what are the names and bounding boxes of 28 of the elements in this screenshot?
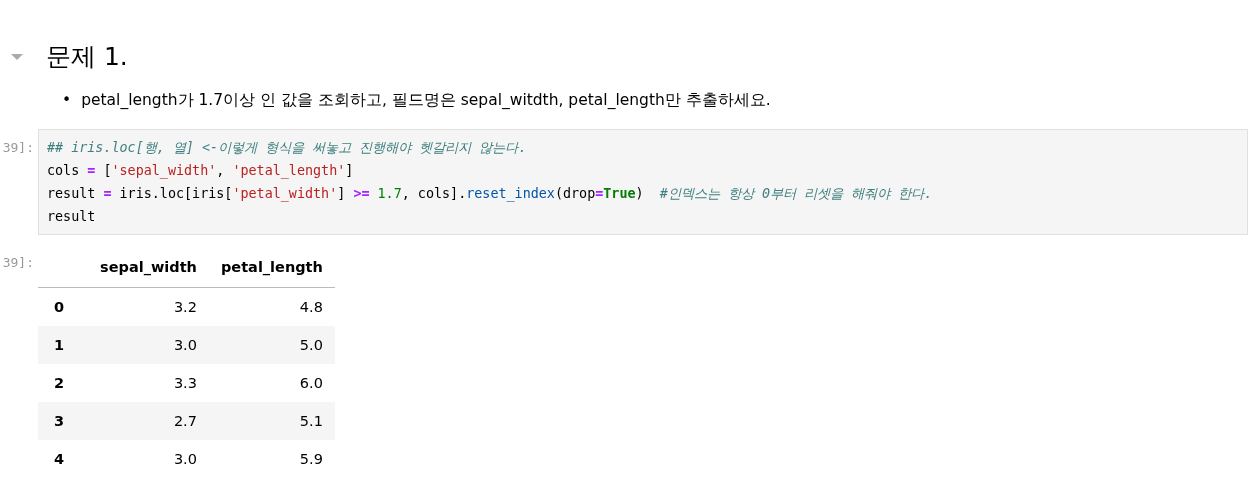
code-line: ## iris.loc[행, 열] <-이렇게 형식을 써놓고 진행해야 헷갈리지 않는다.	[47, 139, 528, 157]
code-line: cols = ['sepal_width', 'petal_length']	[47, 162, 355, 181]
table-cell: 3.0	[88, 326, 209, 364]
code-line: result = iris.loc[iris['petal_width'] >= 1.7, cols].reset_index(drop=True) #인덱스는 항상 0부터 리셋을 해줘야 한다.	[47, 185, 934, 204]
row-index: 1	[38, 326, 89, 364]
section-heading: 문제 1.	[46, 41, 128, 73]
row-index: 2	[38, 364, 89, 402]
table-cell: 3.0	[88, 440, 209, 478]
table-cell: 6.0	[208, 364, 335, 402]
row-index: 3	[38, 402, 89, 440]
task-description: petal_length가 1.7이상 인 값을 조회하고, 필드명은 sepal_witdth, petal_length만 추출하세요.	[81, 90, 771, 111]
row-index: 0	[38, 287, 89, 326]
table-cell: 5.0	[208, 326, 335, 364]
table-cell: 3.3	[88, 364, 209, 402]
table-cell: 5.9	[208, 440, 335, 478]
table-cell: 3.2	[88, 287, 209, 326]
code-line: result	[47, 208, 97, 226]
column-header: sepal_width	[88, 247, 209, 288]
output-prompt: 39]:	[1, 254, 35, 270]
table-cell: 5.1	[208, 402, 335, 440]
bullet-marker: •	[62, 90, 72, 111]
collapse-caret-icon[interactable]	[10, 51, 24, 62]
row-index: 4	[38, 440, 89, 478]
table-cell: 4.8	[208, 287, 335, 326]
column-header: petal_length	[208, 247, 335, 288]
code-cell[interactable]: ## iris.loc[행, 열] <-이렇게 형식을 써놓고 진행해야 헷갈리지 않는다. cols = ['sepal_width', 'petal_length'] result = iris.loc[iris['petal_width'] >= 1.7, cols].reset_index(drop=True) #인덱스는 항상 0부터 리셋을 해줘야 한다. result	[38, 129, 1248, 235]
input-prompt: 39]:	[1, 139, 35, 155]
table-cell: 2.7	[88, 402, 209, 440]
